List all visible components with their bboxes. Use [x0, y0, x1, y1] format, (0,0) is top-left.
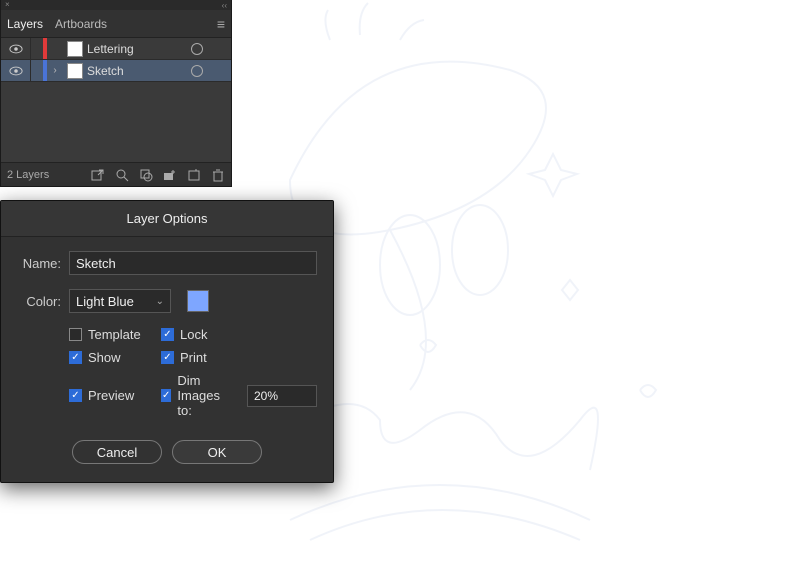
new-layer-icon[interactable]	[187, 168, 201, 182]
target-icon[interactable]	[191, 65, 203, 77]
close-icon[interactable]: ×	[5, 2, 11, 8]
print-label: Print	[180, 350, 207, 365]
chevron-right-icon[interactable]: ›	[47, 65, 63, 76]
layer-options-dialog: Layer Options Name: Color: Light Blue ⌄ …	[0, 200, 334, 483]
cancel-button[interactable]: Cancel	[72, 440, 162, 464]
show-checkbox[interactable]: ✓ Show	[69, 350, 157, 365]
tab-layers[interactable]: Layers	[7, 17, 43, 31]
layer-list-empty	[1, 82, 231, 162]
name-field-label: Name:	[17, 256, 61, 271]
checkbox-icon: ✓	[161, 351, 174, 364]
dialog-title: Layer Options	[1, 201, 333, 237]
dim-images-label: Dim Images to:	[177, 373, 237, 418]
preview-label: Preview	[88, 388, 134, 403]
layers-panel: × ‹‹ Layers Artboards ≡ Lettering ›	[0, 0, 232, 187]
visibility-icon[interactable]	[9, 66, 23, 76]
search-icon[interactable]	[115, 168, 129, 182]
panel-menu-icon[interactable]: ≡	[217, 16, 225, 32]
layer-count-label: 2 Layers	[7, 169, 49, 181]
chevron-down-icon: ⌄	[156, 296, 164, 307]
trash-icon[interactable]	[211, 168, 225, 182]
color-swatch[interactable]	[187, 290, 209, 312]
checkbox-icon: ✓	[69, 351, 82, 364]
color-select[interactable]: Light Blue ⌄	[69, 289, 171, 313]
layer-list: Lettering › Sketch	[1, 38, 231, 162]
color-field-label: Color:	[17, 294, 61, 309]
template-label: Template	[88, 327, 141, 342]
layer-thumbnail[interactable]	[67, 63, 83, 79]
visibility-icon[interactable]	[9, 44, 23, 54]
layer-thumbnail[interactable]	[67, 41, 83, 57]
show-label: Show	[88, 350, 121, 365]
print-checkbox[interactable]: ✓ Print	[161, 350, 317, 365]
export-icon[interactable]	[91, 168, 105, 182]
name-input[interactable]	[69, 251, 317, 275]
template-checkbox[interactable]: Template	[69, 327, 157, 342]
layer-row-sketch[interactable]: › Sketch	[1, 60, 231, 82]
collapse-icon[interactable]: ‹‹	[222, 1, 227, 10]
tab-artboards[interactable]: Artboards	[55, 17, 107, 31]
panel-tabs: Layers Artboards ≡	[1, 10, 231, 38]
dim-images-checkbox[interactable]: ✓ Dim Images to:	[161, 373, 237, 418]
checkbox-icon	[69, 328, 82, 341]
checkbox-icon: ✓	[161, 328, 174, 341]
panel-footer: 2 Layers	[1, 162, 231, 186]
layer-color-bar	[43, 38, 47, 59]
checkbox-icon: ✓	[69, 389, 82, 402]
clip-mask-icon[interactable]	[139, 168, 153, 182]
ok-button[interactable]: OK	[172, 440, 262, 464]
lock-label: Lock	[180, 327, 207, 342]
preview-checkbox[interactable]: ✓ Preview	[69, 373, 157, 418]
dim-percent-input[interactable]	[247, 385, 317, 407]
layer-row-lettering[interactable]: Lettering	[1, 38, 231, 60]
new-sublayer-icon[interactable]	[163, 168, 177, 182]
checkbox-icon: ✓	[161, 389, 171, 402]
target-icon[interactable]	[191, 43, 203, 55]
lock-checkbox[interactable]: ✓ Lock	[161, 327, 317, 342]
layer-name-label[interactable]: Sketch	[87, 64, 191, 78]
panel-titlebar[interactable]: × ‹‹	[1, 0, 231, 10]
color-selected-label: Light Blue	[76, 294, 134, 309]
layer-name-label[interactable]: Lettering	[87, 42, 191, 56]
